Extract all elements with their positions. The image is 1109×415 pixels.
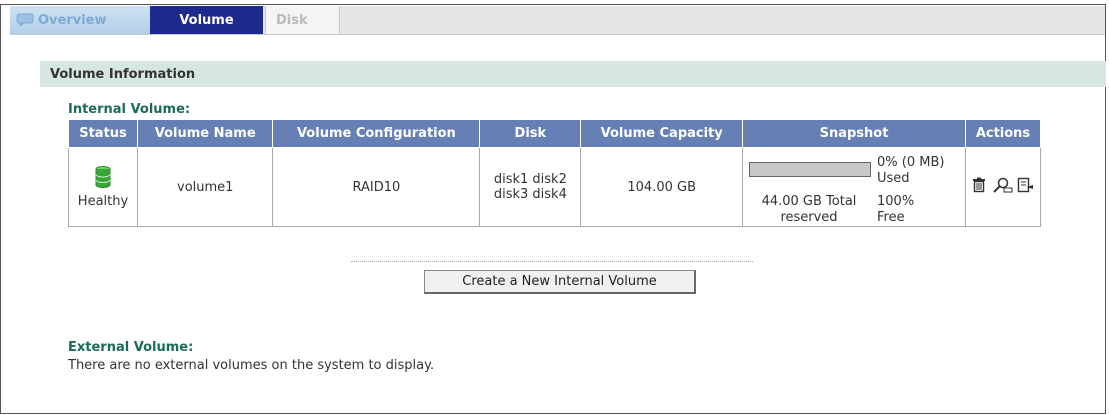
section-header: Volume Information [40,61,1106,87]
snapshot-free: 100% Free [877,194,914,226]
snapshot-cell: 0% (0 MB) Used 44.00 GB Total reserved 1… [742,147,966,227]
column-header: Volume Name [136,119,274,148]
delete-icon[interactable] [971,177,987,197]
tab-disk[interactable]: Disk [265,6,340,34]
disk-cell: disk1 disk2 disk3 disk4 [479,147,582,227]
tab-volume-label: Volume [179,12,234,28]
internal-volume-title: Internal Volume: [68,102,191,117]
table-header-row: Status Volume Name Volume Configuration … [68,119,1041,148]
tab-overview-label: Overview [38,12,107,28]
speech-bubble-icon [16,13,34,27]
volume-name: volume1 [136,147,274,227]
edit-icon[interactable] [1017,177,1035,197]
column-header: Snapshot [742,119,966,148]
snapshot-total: 44.00 GB Total reserved [753,194,865,226]
volume-capacity: 104.00 GB [580,147,743,227]
external-volume-title: External Volume: [68,340,194,355]
column-header: Actions [965,119,1041,148]
snapshot-total-size: 44.00 GB Total [761,194,857,209]
external-volume-message: There are no external volumes on the sys… [68,358,435,373]
section-title: Volume Information [50,66,196,82]
disk-line: disk1 disk2 [493,172,567,187]
disk-line: disk3 disk4 [493,187,567,202]
column-header: Status [68,119,138,148]
actions-cell [965,147,1041,227]
snapshot-usage-bar [749,162,871,177]
volume-configuration: RAID10 [272,147,481,227]
tab-volume[interactable]: Volume [150,6,263,34]
search-icon[interactable] [991,177,1013,197]
database-green-icon [73,165,133,192]
snapshot-used-label: Used [877,171,910,186]
status-text: Healthy [77,193,129,209]
snapshot-used-percent: 0% (0 MB) [877,155,945,170]
snapshot-total-label: reserved [780,210,838,225]
column-header: Volume Configuration [272,119,481,148]
status-cell: Healthy [68,147,138,227]
snapshot-free-percent: 100% [877,194,915,209]
column-header: Disk [479,119,582,148]
divider [351,261,753,262]
tab-overview[interactable]: Overview [10,6,150,34]
create-internal-volume-button[interactable]: Create a New Internal Volume [424,270,696,294]
snapshot-used: 0% (0 MB) Used [877,155,944,187]
internal-volume-table: Status Volume Name Volume Configuration … [68,119,1041,227]
tab-bar: Overview Volume Disk [10,6,1105,35]
table-row: Healthy volume1 RAID10 disk1 disk2 disk3… [68,147,1041,227]
column-header: Volume Capacity [580,119,743,148]
snapshot-free-label: Free [877,210,905,225]
tab-disk-label: Disk [276,12,308,28]
